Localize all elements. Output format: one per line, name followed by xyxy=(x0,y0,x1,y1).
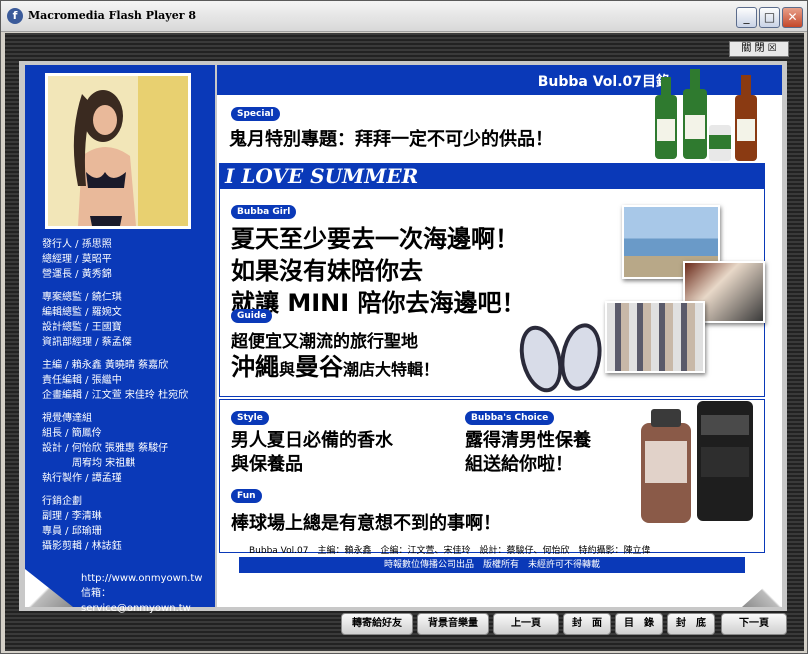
staff-line: 周宥均 宋祖麒 xyxy=(42,458,136,469)
toc-button[interactable]: 目 錄 xyxy=(615,613,663,635)
issue-credits: Bubba Vol.07 主編：賴永鑫 企編：江文萱、宋佳玲 設計：蔡駿仔、何怡… xyxy=(249,546,651,556)
shoes-photo xyxy=(605,301,705,373)
contact-info: http://www.onmyown.tw 信箱：service@onmyown… xyxy=(81,571,215,616)
tag-bubbas-choice: Bubba's Choice xyxy=(465,411,555,425)
tag-special: Special xyxy=(231,107,280,121)
right-page-toc: Bubba Vol.07目錄 Special 鬼月特別專題：拜拜一定不可少的供品… xyxy=(217,65,782,607)
staff-line: 攝影剪輯 / 林誌鈺 xyxy=(42,541,122,552)
choice-line-1: 露得清男性保養 xyxy=(465,430,591,451)
staff-line: 營運長 / 黃秀錦 xyxy=(42,269,112,280)
magazine-spread: 發行人 / 孫思照 總經理 / 莫昭平 營運長 / 黃秀錦 專案總監 / 饒仁琪 編輯總… xyxy=(19,61,787,614)
prev-page-button[interactable]: 上一頁 xyxy=(493,613,559,635)
style-line-2: 與保養品 xyxy=(231,454,303,475)
tag-guide: Guide xyxy=(231,309,273,323)
flash-app-icon: f xyxy=(7,8,23,24)
forward-to-friend-button[interactable]: 轉寄給好友 xyxy=(341,613,413,635)
staff-line: 主編 / 賴永鑫 黃曉晴 蔡嘉欣 xyxy=(42,360,169,371)
staff-line: 行銷企劃 xyxy=(42,496,82,507)
website-link[interactable]: http://www.onmyown.tw xyxy=(81,571,215,586)
cover-button[interactable]: 封 面 xyxy=(563,613,611,635)
page-curl-back[interactable] xyxy=(25,569,73,607)
choice-headline[interactable]: 露得清男性保養 組送給你啦！ xyxy=(465,429,591,477)
guide-special: 潮店大特輯！ xyxy=(343,360,440,379)
staff-line: 設計 / 何怡欣 張雅惠 蔡駿仔 xyxy=(42,443,169,454)
staff-line: 責任編輯 / 張繼中 xyxy=(42,375,122,386)
fun-headline[interactable]: 棒球場上總是有意想不到的事啊！ xyxy=(231,509,501,535)
guide-and: 與 xyxy=(279,360,296,379)
guide-line-2[interactable]: 沖繩與曼谷潮店大特輯！ xyxy=(231,347,439,382)
staff-gap xyxy=(42,486,188,494)
style-headline[interactable]: 男人夏日必備的香水 與保養品 xyxy=(231,429,393,477)
page-curl-next[interactable] xyxy=(742,571,782,607)
girl-line-3: 就讓 MINI 陪你去海邊吧！ xyxy=(231,289,526,317)
maximize-button[interactable]: □ xyxy=(759,7,780,28)
staff-line: 發行人 / 孫思照 xyxy=(42,239,112,250)
tag-fun: Fun xyxy=(231,489,262,503)
guide-okinawa: 沖繩 xyxy=(231,353,279,381)
style-line-1: 男人夏日必備的香水 xyxy=(231,430,393,451)
staff-line: 企畫編輯 / 江文萱 宋佳玲 杜宛欣 xyxy=(42,390,189,401)
staff-line: 專員 / 邱瑜珊 xyxy=(42,526,102,537)
staff-line: 編輯總監 / 羅婉文 xyxy=(42,307,122,318)
guide-bangkok: 曼谷 xyxy=(295,353,344,381)
flash-stage: 關 閉 ☒ 發行人 / 孫思照 總經理 / 莫昭平 營運長 / 黃秀錦 專案總監… xyxy=(5,33,804,651)
next-page-button[interactable]: 下一頁 xyxy=(721,613,787,635)
bgm-volume-button[interactable]: 背景音樂量 xyxy=(417,613,489,635)
close-magazine-button[interactable]: 關 閉 ☒ xyxy=(729,41,789,57)
staff-line: 專案總監 / 饒仁琪 xyxy=(42,292,122,303)
neutrogena-products-image xyxy=(641,401,753,523)
bubba-girl-headline[interactable]: 夏天至少要去一次海邊啊！ 如果沒有妹陪你去 就讓 MINI 陪你去海邊吧！ xyxy=(231,223,526,319)
staff-gap xyxy=(42,403,188,411)
girl-line-1: 夏天至少要去一次海邊啊！ xyxy=(231,225,519,253)
staff-line: 組長 / 簡鳳伶 xyxy=(42,428,102,439)
staff-line: 資訊部經理 / 蔡孟傑 xyxy=(42,337,132,348)
sandals-image xyxy=(519,323,602,393)
beer-bottles-image xyxy=(655,69,757,161)
staff-gap xyxy=(42,350,188,358)
flash-player-window: f Macromedia Flash Player 8 _ □ ✕ 關 閉 ☒ xyxy=(0,0,808,654)
left-page: 發行人 / 孫思照 總經理 / 莫昭平 營運長 / 黃秀錦 專案總監 / 饒仁琪 編輯總… xyxy=(25,65,215,614)
tag-style: Style xyxy=(231,411,269,425)
staff-line: 總經理 / 莫昭平 xyxy=(42,254,112,265)
staff-line: 執行製作 / 譚孟瑾 xyxy=(42,473,122,484)
tag-bubba-girl: Bubba Girl xyxy=(231,205,297,219)
back-cover-button[interactable]: 封 底 xyxy=(667,613,715,635)
window-title: Macromedia Flash Player 8 xyxy=(28,9,196,22)
close-button[interactable]: ✕ xyxy=(782,7,803,28)
girl-line-2: 如果沒有妹陪你去 xyxy=(231,257,423,285)
special-headline[interactable]: 鬼月特別專題：拜拜一定不可少的供品！ xyxy=(229,125,553,151)
minimize-button[interactable]: _ xyxy=(736,7,757,28)
choice-line-2: 組送給你啦！ xyxy=(465,454,573,475)
email-link[interactable]: 信箱：service@onmyown.tw xyxy=(81,586,215,616)
staff-line: 副理 / 李清琳 xyxy=(42,511,102,522)
staff-gap xyxy=(42,282,188,290)
cover-model-photo xyxy=(45,73,191,229)
staff-credits: 發行人 / 孫思照 總經理 / 莫昭平 營運長 / 黃秀錦 專案總監 / 饒仁琪 編輯總… xyxy=(42,237,188,554)
copyright-bar: 時報數位傳播公司出品 版權所有 未經許可不得轉載 xyxy=(239,557,745,573)
title-bar[interactable]: f Macromedia Flash Player 8 _ □ ✕ xyxy=(1,1,807,32)
staff-line: 視覺傳達組 xyxy=(42,413,92,424)
staff-line: 設計總監 / 王國寶 xyxy=(42,322,122,333)
summer-title: I LOVE SUMMER xyxy=(219,163,765,189)
